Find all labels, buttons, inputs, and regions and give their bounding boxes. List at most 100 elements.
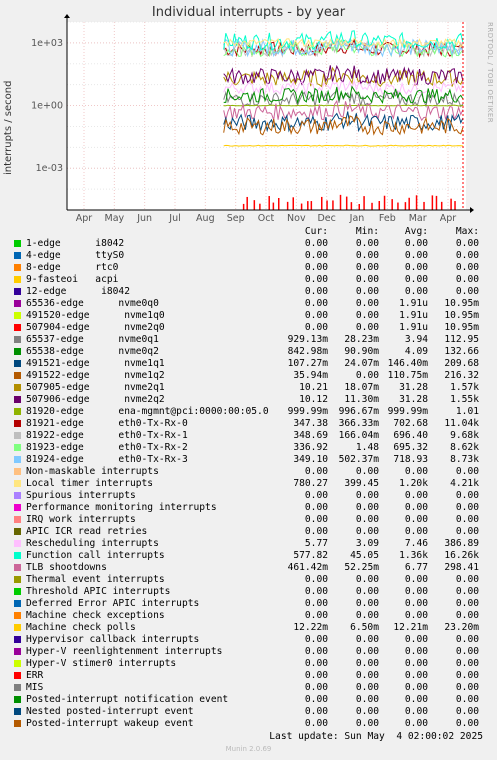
legend-max: 0.00: [455, 502, 479, 513]
legend-cur: 0.00: [304, 526, 328, 537]
legend-avg: 0.00: [404, 682, 428, 693]
legend-swatch: [14, 312, 21, 319]
legend-cur: 0.00: [304, 610, 328, 621]
legend-min: 0.00: [355, 466, 379, 477]
legend-row: 8-edge rtc0 0.00 0.00 0.00 0.00: [0, 262, 497, 274]
legend-row: 9-fasteoi acpi 0.00 0.00 0.00 0.00: [0, 274, 497, 286]
legend-swatch: [14, 708, 21, 715]
legend-cur: 10.21: [299, 382, 328, 393]
legend-max: 0.00: [455, 574, 479, 585]
legend-cur: 347.38: [293, 418, 328, 429]
legend-min: 0.00: [355, 250, 379, 261]
legend-row: 81921-edge eth0-Tx-Rx-0 347.38 366.33m 702.…: [0, 418, 497, 430]
legend-swatch: [14, 372, 21, 379]
legend-max: 298.41: [444, 562, 479, 573]
legend-avg: 4.09: [404, 346, 428, 357]
legend-cur: 0.00: [304, 706, 328, 717]
legend-swatch: [14, 528, 21, 535]
legend-name: IRQ work interrupts: [26, 514, 136, 525]
legend-name: 8-edge rtc0: [26, 262, 119, 273]
x-tick-label: Apr: [440, 213, 457, 224]
legend-min: 0.00: [355, 502, 379, 513]
legend-avg: 0.00: [404, 238, 428, 249]
legend-swatch: [14, 468, 21, 475]
legend-swatch: [14, 636, 21, 643]
legend-row: Posted-interrupt wakeup event 0.00 0.00 0.0…: [0, 718, 497, 730]
legend-swatch: [14, 336, 21, 343]
legend-avg: 110.75m: [387, 370, 428, 381]
legend-header-cur: Cur:: [304, 226, 328, 237]
legend-max: 209.68: [444, 358, 479, 369]
legend-max: 0.00: [455, 250, 479, 261]
legend-row: 12-edge i8042 0.00 0.00 0.00 0.00: [0, 286, 497, 298]
legend-min: 0.00: [355, 322, 379, 333]
x-tick-label: Oct: [258, 213, 275, 224]
legend-max: 0.00: [455, 646, 479, 657]
legend-min: 28.23m: [344, 334, 379, 345]
munin-version: Munin 2.0.69: [225, 745, 272, 753]
legend-max: 0.00: [455, 274, 479, 285]
legend-swatch: [14, 648, 21, 655]
legend-min: 0.00: [355, 694, 379, 705]
legend-name: 507905-edge nvme2q1: [26, 382, 165, 393]
legend-row: 4-edge ttyS0 0.00 0.00 0.00 0.00: [0, 250, 497, 262]
legend-row: Hyper-V reenlightenment interrupts 0.00 0.…: [0, 646, 497, 658]
legend-cur: 0.00: [304, 250, 328, 261]
legend-min: 0.00: [355, 574, 379, 585]
x-tick-label: Apr: [76, 213, 93, 224]
legend-header-max: Max:: [455, 226, 479, 237]
legend-cur: 0.00: [304, 490, 328, 501]
legend-min: 0.00: [355, 610, 379, 621]
legend-swatch: [14, 720, 21, 727]
legend-cur: 461.42m: [287, 562, 328, 573]
legend-row: Spurious interrupts 0.00 0.00 0.00 0.00: [0, 490, 497, 502]
legend-name: Machine check exceptions: [26, 610, 165, 621]
legend-max: 0.00: [455, 718, 479, 729]
legend-cur: 0.00: [304, 298, 328, 309]
legend-avg: 0.00: [404, 610, 428, 621]
legend-row: IRQ work interrupts 0.00 0.00 0.00 0.00: [0, 514, 497, 526]
legend-cur: 12.22m: [293, 622, 328, 633]
legend-name: Posted-interrupt wakeup event: [26, 718, 194, 729]
legend-min: 0.00: [355, 682, 379, 693]
legend-max: 0.00: [455, 262, 479, 273]
legend-name: Performance monitoring interrupts: [26, 502, 217, 513]
x-tick-label: Feb: [379, 213, 396, 224]
legend-row: 491521-edge nvme1q1 107.27m 24.07m 146.40m 2…: [0, 358, 497, 370]
y-tick-label: 1e+00: [31, 101, 63, 112]
legend-min: 0.00: [355, 262, 379, 273]
legend-min: 52.25m: [344, 562, 379, 573]
legend-cur: 10.12: [299, 394, 328, 405]
legend-swatch: [14, 420, 21, 427]
legend-max: 0.00: [455, 598, 479, 609]
legend-min: 0.00: [355, 310, 379, 321]
legend-swatch: [14, 492, 21, 499]
legend-row: APIC ICR read retries 0.00 0.00 0.00 0.00: [0, 526, 497, 538]
legend-avg: 146.40m: [387, 358, 428, 369]
legend-min: 0.00: [355, 490, 379, 501]
legend-row: Nested posted-interrupt event 0.00 0.00 0.0…: [0, 706, 497, 718]
legend-name: 491520-edge nvme1q0: [26, 310, 165, 321]
legend-cur: 0.00: [304, 598, 328, 609]
legend-min: 166.04m: [338, 430, 379, 441]
legend-cur: 348.69: [293, 430, 328, 441]
legend-avg: 6.77: [404, 562, 428, 573]
legend-min: 0.00: [355, 598, 379, 609]
legend-row: TLB shootdowns 461.42m 52.25m 6.77 298.41: [0, 562, 497, 574]
legend-name: Nested posted-interrupt event: [26, 706, 194, 717]
x-tick-label: Jun: [136, 213, 152, 224]
legend-name: ERR: [26, 670, 44, 681]
legend-swatch: [14, 324, 21, 331]
legend-max: 8.62k: [450, 442, 479, 453]
legend-row: Function call interrupts 577.82 45.05 1.36k…: [0, 550, 497, 562]
legend-swatch: [14, 288, 21, 295]
legend-swatch: [14, 396, 21, 403]
legend-min: 0.00: [355, 670, 379, 681]
legend-cur: 336.92: [293, 442, 328, 453]
legend-row: Deferred Error APIC interrupts 0.00 0.00 0.…: [0, 598, 497, 610]
legend-max: 112.95: [444, 334, 479, 345]
legend-swatch: [14, 360, 21, 367]
legend-avg: 0.00: [404, 586, 428, 597]
x-tick-label: Dec: [317, 213, 335, 224]
x-tick-label: Jan: [349, 213, 365, 224]
